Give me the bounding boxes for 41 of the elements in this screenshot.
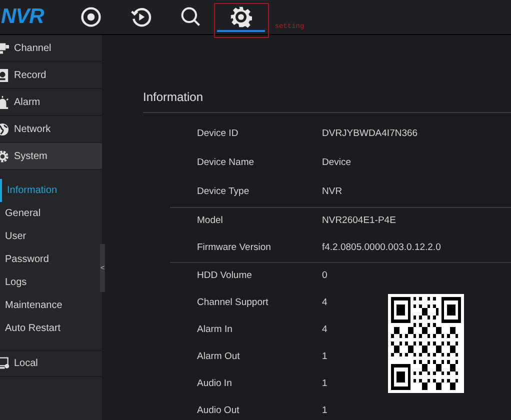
field-label: Alarm In — [196, 323, 234, 338]
field-value: Device — [322, 156, 352, 170]
field-label: Device ID — [196, 127, 240, 142]
submenu-item[interactable]: Information — [0, 179, 102, 202]
submenu-item[interactable]: Password — [0, 248, 102, 271]
sidebar-item[interactable]: Local — [0, 350, 102, 377]
submenu-item[interactable]: General — [0, 202, 102, 225]
field-label: Device Name — [196, 156, 256, 170]
logo: NVR — [0, 5, 46, 29]
submenu-item[interactable]: Maintenance — [0, 294, 102, 317]
field-label: Channel Support — [196, 296, 270, 310]
field-value: 1 — [322, 350, 328, 364]
field-value: 1 — [322, 404, 328, 418]
sidebar-item[interactable]: System — [0, 143, 102, 170]
field-value: 4 — [322, 296, 328, 310]
field-value: f4.2.0805.0000.003.0.12.2.0 — [322, 241, 441, 256]
field-value: NVR — [322, 185, 342, 200]
field-label: Alarm Out — [196, 350, 241, 364]
playback-icon — [130, 6, 152, 28]
sidebar-item[interactable]: Channel — [0, 35, 102, 62]
field-value: 4 — [322, 323, 328, 338]
field-value: DVRJYBWDA4I7N366 — [322, 127, 418, 142]
field-label: Model — [196, 214, 224, 228]
field-label: Device Type — [196, 185, 250, 200]
field-label: Firmware Version — [196, 241, 272, 256]
field-value: 1 — [322, 377, 328, 392]
submenu-item[interactable]: User — [0, 225, 102, 248]
search-icon — [180, 6, 202, 28]
field-value: NVR2604E1-P4E — [322, 214, 396, 228]
field-label: Audio In — [196, 377, 233, 392]
sidebar-item[interactable]: Record — [0, 62, 102, 89]
submenu-item[interactable]: Logs — [0, 271, 102, 294]
field-value: 0 — [322, 269, 328, 284]
record-icon — [80, 6, 102, 28]
annotation-box — [214, 3, 269, 38]
field-label: Audio Out — [196, 404, 240, 418]
sidebar-item[interactable]: Alarm — [0, 89, 102, 116]
field-label: HDD Volume — [196, 269, 253, 284]
section-title: Information — [143, 88, 511, 113]
settings-icon — [230, 6, 252, 28]
submenu-item[interactable]: Auto Restart — [0, 317, 102, 340]
